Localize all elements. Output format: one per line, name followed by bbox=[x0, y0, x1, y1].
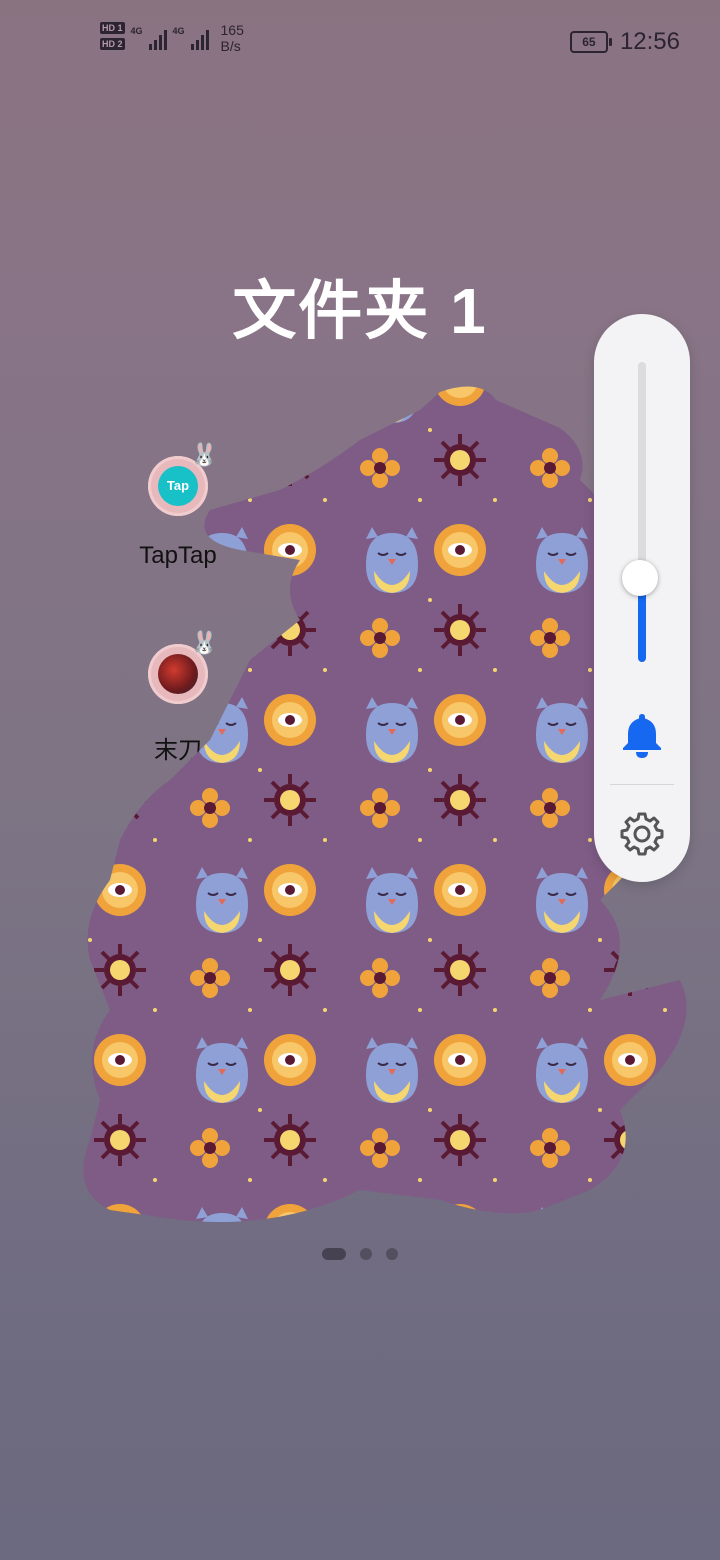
sim1-indicator: HD 1 bbox=[100, 22, 125, 34]
gear-icon[interactable] bbox=[618, 810, 666, 858]
sim2-label: HD 2 bbox=[100, 38, 125, 50]
bunny-icon: 🐰 bbox=[190, 630, 218, 655]
bell-icon[interactable] bbox=[618, 710, 666, 758]
page-indicator bbox=[0, 1248, 720, 1260]
bunny-icon: 🐰 bbox=[190, 442, 218, 467]
volume-slider[interactable] bbox=[638, 362, 646, 662]
network-speed: 165 B/s bbox=[221, 22, 244, 54]
signal-bars-2 bbox=[190, 30, 209, 50]
signal-bars-1 bbox=[148, 30, 167, 50]
status-right-group: 65 12:56 bbox=[569, 28, 680, 56]
network-speed-unit: B/s bbox=[220, 38, 241, 54]
volume-panel bbox=[594, 314, 690, 882]
sim2-indicator: HD 2 bbox=[100, 38, 125, 50]
page-dot-1[interactable] bbox=[322, 1248, 346, 1260]
network-speed-value: 165 bbox=[220, 22, 244, 38]
status-bar: HD 1 HD 2 4G 4G 165 B/s 65 12:56 bbox=[0, 0, 720, 84]
network2-label: 4G bbox=[172, 26, 185, 36]
modao-logo bbox=[158, 654, 198, 694]
page-dot-3[interactable] bbox=[386, 1248, 398, 1260]
app-label-taptap: TapTap bbox=[139, 542, 217, 569]
sim1-label: HD 1 bbox=[100, 22, 125, 34]
signal-2-icon: 4G bbox=[173, 22, 209, 50]
battery-icon: 65 bbox=[569, 31, 612, 53]
volume-slider-thumb[interactable] bbox=[622, 560, 658, 596]
network1-label: 4G bbox=[130, 26, 143, 36]
app-modao[interactable]: 🐰 末刀 bbox=[108, 630, 248, 765]
app-taptap[interactable]: Tap 🐰 TapTap bbox=[108, 442, 248, 570]
app-label-modao: 末刀 bbox=[154, 737, 202, 764]
signal-1-icon: 4G bbox=[131, 22, 167, 50]
modao-game-icon[interactable]: 🐰 bbox=[148, 630, 218, 704]
status-left-group: HD 1 HD 2 4G 4G 165 B/s bbox=[100, 22, 244, 54]
volume-divider bbox=[610, 784, 674, 785]
sim-indicators: HD 1 HD 2 bbox=[100, 22, 125, 50]
page-dot-2[interactable] bbox=[360, 1248, 372, 1260]
clock: 12:56 bbox=[619, 28, 680, 55]
battery-level: 65 bbox=[582, 35, 596, 49]
taptap-logo: Tap bbox=[158, 466, 198, 506]
taptap-icon[interactable]: Tap 🐰 bbox=[148, 442, 218, 516]
